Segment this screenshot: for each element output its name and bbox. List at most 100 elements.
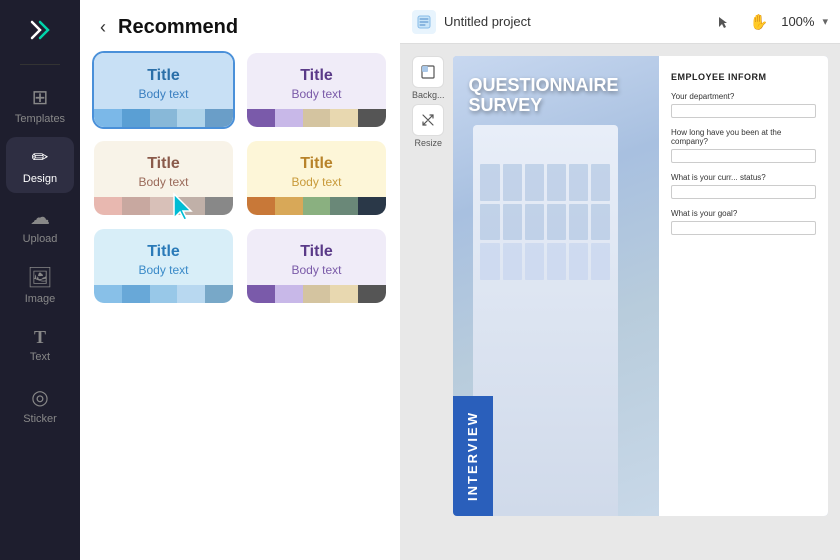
cursor-tool-button[interactable]: [709, 8, 737, 36]
sidebar-item-upload-label: Upload: [23, 233, 58, 245]
template-card-6[interactable]: Title Body text: [245, 227, 388, 305]
design-icon: ✏: [32, 145, 49, 170]
background-tool-label: Backg...: [412, 90, 445, 100]
resize-tool[interactable]: Resize: [412, 104, 445, 148]
template-card-5[interactable]: Title Body text: [92, 227, 235, 305]
panel-header: ‹ Recommend: [80, 0, 400, 51]
resize-tool-label: Resize: [415, 138, 443, 148]
sidebar-item-text[interactable]: T Text: [6, 317, 74, 373]
sidebar-item-design[interactable]: ✏ Design: [6, 137, 74, 193]
card-title-4: Title: [300, 155, 333, 173]
card-colors-1: [94, 109, 233, 127]
color-swatch: [94, 197, 122, 215]
question-input-3[interactable]: [671, 185, 816, 199]
card-top-1: Title Body text: [94, 53, 233, 109]
canvas-body: Backg... Resize: [400, 44, 840, 560]
background-tool-btn[interactable]: [412, 56, 444, 88]
sidebar-item-image[interactable]: 🖼 Image: [6, 257, 74, 313]
sidebar-item-templates[interactable]: ⊞ Templates: [6, 77, 74, 133]
card-body-6: Body text: [291, 263, 341, 277]
card-top-6: Title Body text: [247, 229, 386, 285]
panel-content: Title Body text Title Body text: [80, 51, 400, 560]
color-swatch: [122, 109, 150, 127]
doc-question-3: What is your curr... status?: [671, 173, 816, 199]
app-logo: [22, 12, 58, 48]
image-icon: 🖼: [27, 265, 52, 290]
color-swatch: [275, 109, 303, 127]
resize-tool-btn[interactable]: [412, 104, 444, 136]
card-title-3: Title: [147, 155, 180, 173]
color-swatch: [358, 285, 386, 303]
color-swatch: [94, 285, 122, 303]
card-title-2: Title: [300, 67, 333, 85]
color-swatch: [205, 109, 233, 127]
color-swatch: [330, 197, 358, 215]
card-title-5: Title: [147, 243, 180, 261]
templates-icon: ⊞: [32, 85, 49, 110]
hand-tool-button[interactable]: ✋: [745, 8, 773, 36]
color-swatch: [303, 197, 331, 215]
sidebar-item-sticker[interactable]: ◎ Sticker: [6, 377, 74, 433]
design-panel: ‹ Recommend Title Body text: [80, 0, 400, 560]
sidebar-item-design-label: Design: [23, 173, 57, 185]
color-swatch: [205, 197, 233, 215]
card-top-4: Title Body text: [247, 141, 386, 197]
color-swatch: [177, 197, 205, 215]
zoom-level: 100%: [781, 14, 814, 29]
template-card-3[interactable]: Title Body text: [92, 139, 235, 217]
color-swatch: [122, 285, 150, 303]
card-body-1: Body text: [138, 87, 188, 101]
text-icon: T: [34, 327, 46, 348]
project-icon: [412, 10, 436, 34]
question-label-4: What is your goal?: [671, 209, 816, 218]
color-swatch: [247, 109, 275, 127]
color-swatch: [247, 197, 275, 215]
color-swatch: [177, 109, 205, 127]
sidebar-item-sticker-label: Sticker: [23, 413, 57, 425]
background-tool[interactable]: Backg...: [412, 56, 445, 100]
card-top-5: Title Body text: [94, 229, 233, 285]
document-headline: QUESTIONNAIRESURVEY: [469, 76, 619, 116]
card-colors-2: [247, 109, 386, 127]
template-card-2[interactable]: Title Body text: [245, 51, 388, 129]
question-label-1: Your department?: [671, 92, 816, 101]
question-label-2: How long have you been at the company?: [671, 128, 816, 146]
question-input-1[interactable]: [671, 104, 816, 118]
question-label-3: What is your curr... status?: [671, 173, 816, 182]
zoom-chevron-icon[interactable]: ▾: [822, 15, 828, 28]
panel-back-button[interactable]: ‹: [96, 17, 110, 38]
project-name: Untitled project: [444, 14, 701, 29]
color-swatch: [150, 285, 178, 303]
sidebar-item-upload[interactable]: ☁ Upload: [6, 197, 74, 253]
color-swatch: [275, 197, 303, 215]
color-swatch: [275, 285, 303, 303]
canvas-area: Untitled project ✋ 100% ▾ Backg...: [400, 0, 840, 560]
document-section-title: EMPLOYEE INFORM: [671, 72, 816, 82]
document-right-panel: EMPLOYEE INFORM Your department? How lon…: [659, 56, 828, 516]
card-top-3: Title Body text: [94, 141, 233, 197]
templates-grid: Title Body text Title Body text: [92, 51, 388, 305]
template-card-4[interactable]: Title Body text: [245, 139, 388, 217]
template-card-1[interactable]: Title Body text: [92, 51, 235, 129]
sidebar: ⊞ Templates ✏ Design ☁ Upload 🖼 Image T …: [0, 0, 80, 560]
doc-question-2: How long have you been at the company?: [671, 128, 816, 163]
color-swatch: [358, 109, 386, 127]
color-swatch: [205, 285, 233, 303]
question-input-4[interactable]: [671, 221, 816, 235]
topbar-actions: ✋ 100% ▾: [709, 8, 828, 36]
doc-question-4: What is your goal?: [671, 209, 816, 235]
sidebar-divider: [20, 64, 60, 65]
panel-title: Recommend: [118, 16, 238, 39]
interview-label: INTERVIEW: [465, 411, 480, 501]
color-swatch: [122, 197, 150, 215]
question-input-2[interactable]: [671, 149, 816, 163]
card-colors-3: [94, 197, 233, 215]
color-swatch: [177, 285, 205, 303]
card-body-4: Body text: [291, 175, 341, 189]
card-top-2: Title Body text: [247, 53, 386, 109]
card-title-1: Title: [147, 67, 180, 85]
canvas-topbar: Untitled project ✋ 100% ▾: [400, 0, 840, 44]
color-swatch: [358, 197, 386, 215]
color-swatch: [303, 285, 331, 303]
color-swatch: [330, 109, 358, 127]
